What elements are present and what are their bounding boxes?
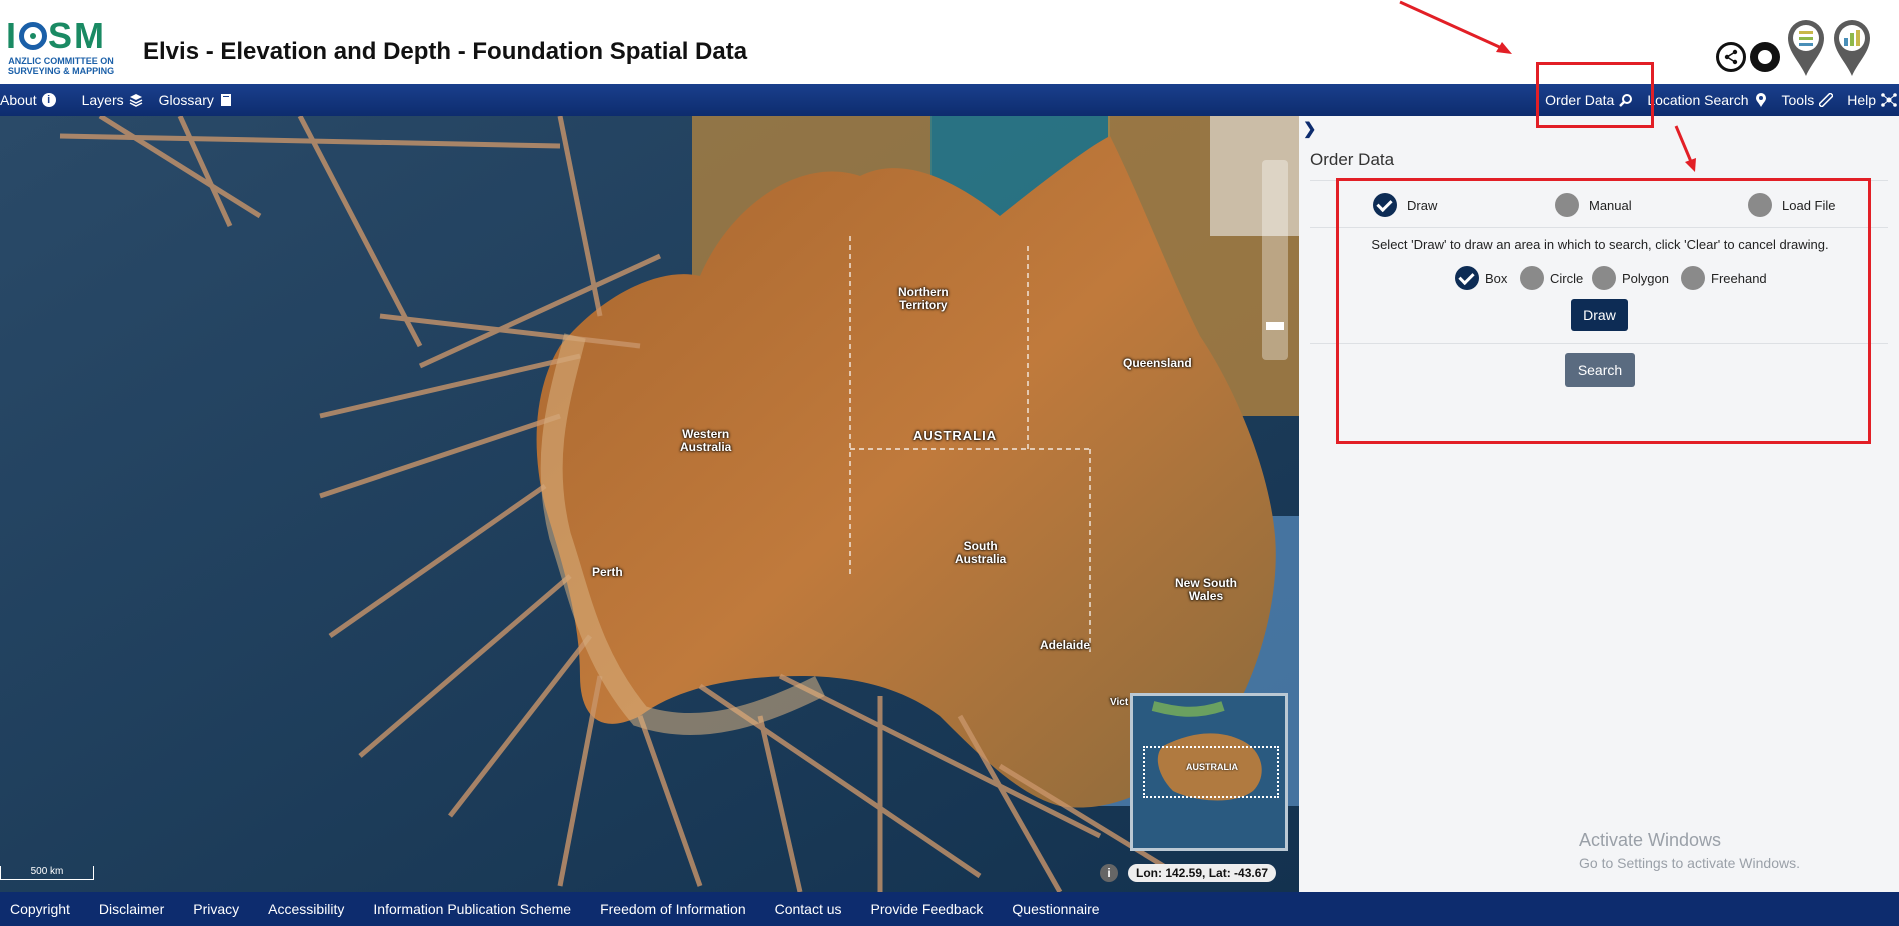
- annotation-box-order-data: [1536, 62, 1654, 128]
- logo-subtitle-line1: ANZLIC COMMITTEE ON: [8, 56, 114, 66]
- logo-ring-icon: [19, 22, 48, 50]
- overview-map[interactable]: AUSTRALIA: [1130, 693, 1288, 851]
- map-label-south-australia: South Australia: [955, 539, 1007, 566]
- nav-left: About i Layers Glossary: [0, 84, 233, 116]
- logo-wordmark: I SM: [6, 15, 107, 56]
- ruler-icon: [1818, 91, 1835, 109]
- overview-extent-box[interactable]: [1143, 746, 1279, 798]
- overview-label: AUSTRALIA: [1186, 762, 1238, 772]
- map-view[interactable]: Northern Territory Queensland Western Aust…: [0, 116, 1299, 892]
- logo-subtitle-line2: SURVEYING & MAPPING: [7, 66, 115, 76]
- footer-link-provide-feedback[interactable]: Provide Feedback: [871, 901, 984, 917]
- logo-subtitle: ANZLIC COMMITTEE ON SURVEYING & MAPPING: [6, 56, 116, 76]
- aperture-icon[interactable]: [1750, 42, 1780, 72]
- map-label-northern-territory: Northern Territory: [898, 285, 949, 312]
- nav-glossary-label: Glossary: [158, 92, 214, 108]
- coordinates-readout: Lon: 142.59, Lat: -43.67: [1128, 864, 1277, 882]
- map-label-vic: Vict: [1110, 697, 1129, 708]
- zoom-slider-thumb[interactable]: [1266, 322, 1284, 330]
- footer: Copyright Disclaimer Privacy Accessibili…: [0, 892, 1899, 926]
- chevron-right-icon[interactable]: ❯: [1303, 122, 1316, 138]
- footer-link-privacy[interactable]: Privacy: [193, 901, 239, 917]
- footer-link-copyright[interactable]: Copyright: [10, 901, 70, 917]
- nav-about[interactable]: About i: [0, 92, 56, 108]
- footer-link-accessibility[interactable]: Accessibility: [268, 901, 344, 917]
- network-icon: [1881, 93, 1897, 107]
- map-pin-legend-icon[interactable]: [1786, 18, 1826, 78]
- nav-location-search-label: Location Search: [1647, 92, 1749, 108]
- annotation-arrow-panel: [1674, 125, 1696, 172]
- map-label-perth: Perth: [592, 565, 623, 579]
- nav-layers-label: Layers: [81, 92, 124, 108]
- footer-link-questionnaire[interactable]: Questionnaire: [1012, 901, 1099, 917]
- panel-title: Order Data: [1310, 150, 1395, 169]
- footer-link-disclaimer[interactable]: Disclaimer: [99, 901, 164, 917]
- map-canvas[interactable]: [0, 116, 1299, 892]
- nav-about-label: About: [0, 92, 37, 108]
- map-label-western-australia: Western Australia: [680, 427, 732, 454]
- page-title: Elvis - Elevation and Depth - Foundation…: [143, 38, 748, 65]
- nav-layers[interactable]: Layers: [82, 92, 143, 108]
- footer-link-freedom-of-information[interactable]: Freedom of Information: [600, 901, 746, 917]
- map-info-icon[interactable]: i: [1100, 864, 1118, 882]
- annotation-arrow-top: [1399, 0, 1512, 54]
- watermark-line2: Go to Settings to activate Windows.: [1579, 855, 1800, 871]
- footer-link-contact-us[interactable]: Contact us: [775, 901, 842, 917]
- share-icon[interactable]: [1716, 42, 1746, 72]
- windows-activation-watermark: Activate Windows Go to Settings to activ…: [1579, 830, 1800, 871]
- map-label-adelaide: Adelaide: [1040, 638, 1091, 652]
- info-icon: i: [41, 93, 56, 107]
- footer-link-information-publication-scheme[interactable]: Information Publication Scheme: [373, 901, 571, 917]
- map-label-new-south-wales: New South Wales: [1175, 576, 1237, 603]
- annotation-box-panel: [1336, 178, 1871, 444]
- nav-help-label: Help: [1847, 92, 1876, 108]
- app-window: I SM ANZLIC COMMITTEE ON SURVEYING & MAPP…: [0, 0, 1899, 926]
- nav-glossary[interactable]: Glossary: [159, 92, 233, 108]
- map-label-australia: AUSTRALIA: [913, 428, 998, 443]
- nav-tools-label: Tools: [1781, 92, 1815, 108]
- map-pin-chart-icon[interactable]: [1832, 18, 1872, 78]
- scale-bar: 500 km: [0, 866, 94, 880]
- nav-help[interactable]: Help: [1847, 92, 1897, 108]
- nav-tools[interactable]: Tools: [1781, 91, 1835, 109]
- book-icon: [219, 93, 233, 107]
- layers-icon: [129, 93, 143, 107]
- nav-location-search[interactable]: Location Search: [1647, 92, 1767, 108]
- watermark-line1: Activate Windows: [1579, 830, 1722, 850]
- icsm-logo[interactable]: I SM ANZLIC COMMITTEE ON SURVEYING & MAPP…: [6, 18, 116, 80]
- zoom-slider[interactable]: [1262, 160, 1288, 360]
- map-label-queensland: Queensland: [1123, 356, 1192, 370]
- map-marker-icon: [1754, 93, 1768, 107]
